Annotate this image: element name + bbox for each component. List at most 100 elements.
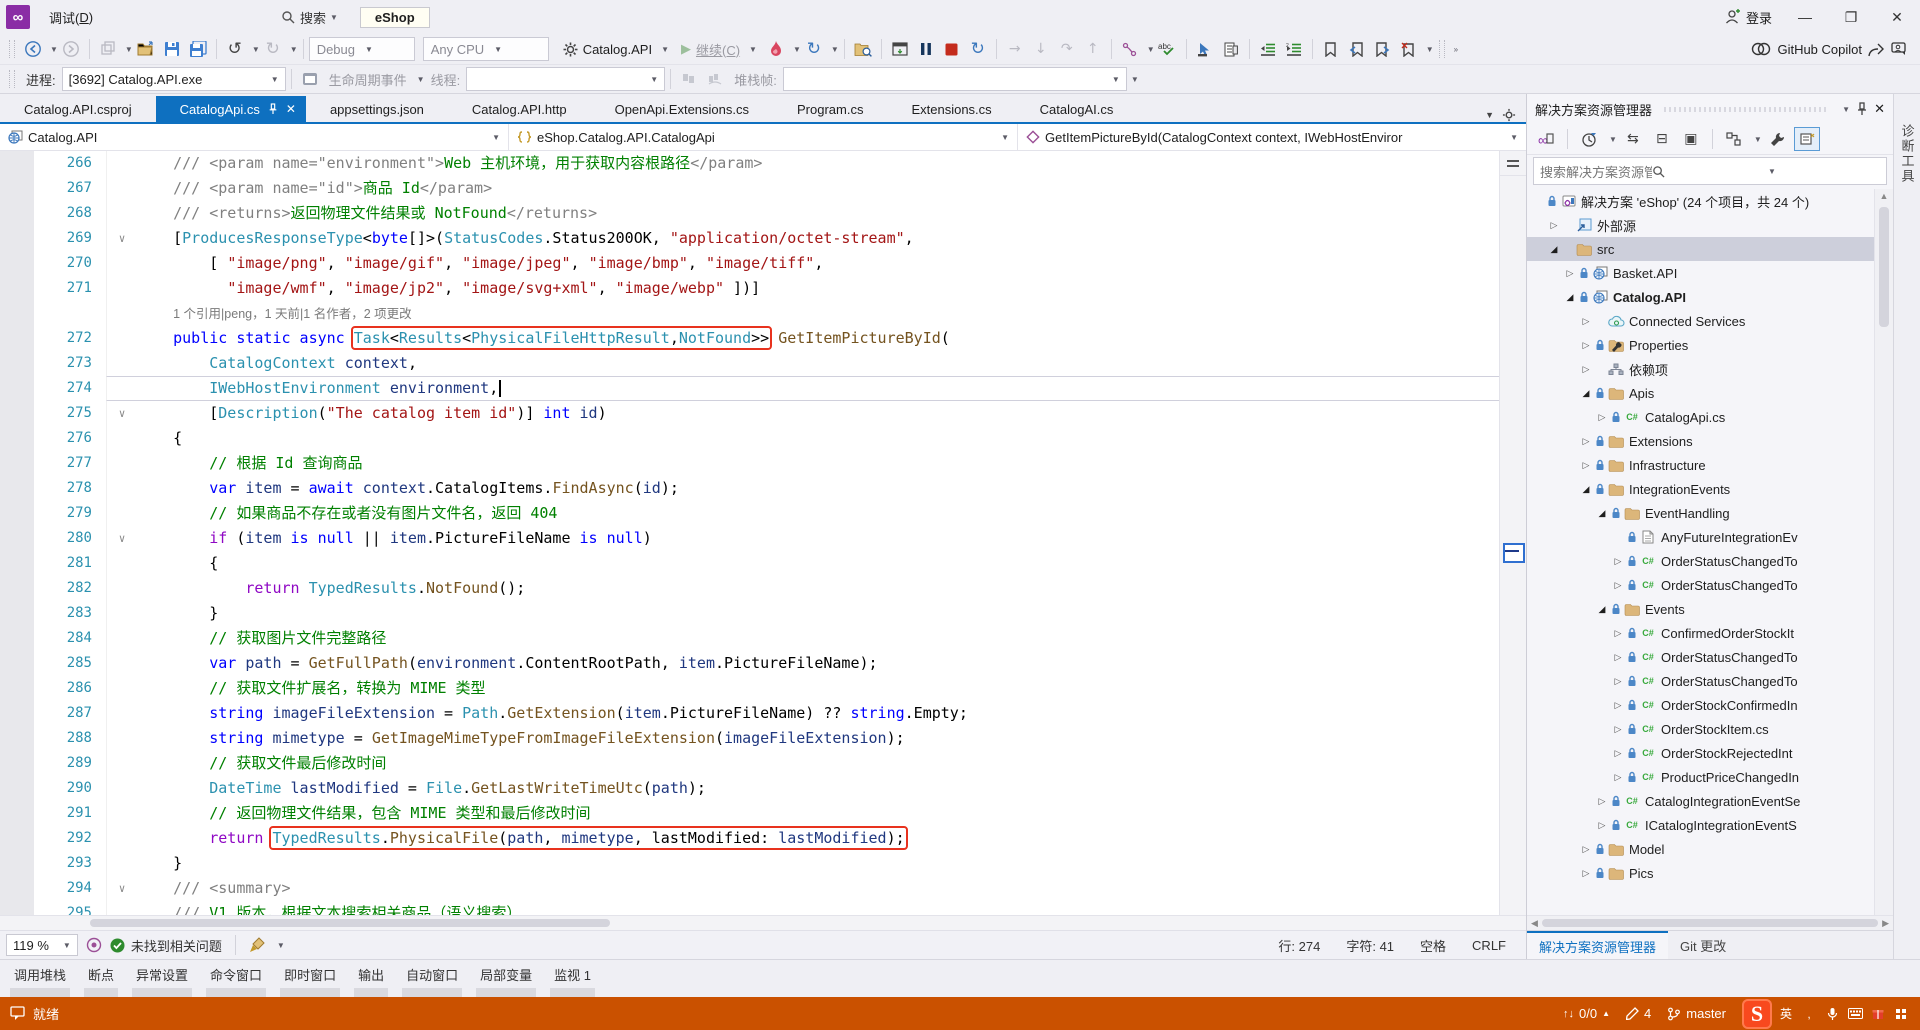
tree-item-解决方案 'eShop' (24 个项目，共 24 个)[interactable]: 解决方案 'eShop' (24 个项目，共 24 个) — [1527, 189, 1893, 213]
tree-item-OrderStatusChangedTo[interactable]: ▷ C# OrderStatusChangedTo — [1527, 669, 1893, 693]
tree-item-ProductPriceChangedIn[interactable]: ▷ C# ProductPriceChangedIn — [1527, 765, 1893, 789]
spaces-indicator[interactable]: 空格 — [1420, 936, 1446, 955]
thread-combo[interactable]: ▼ — [466, 67, 666, 91]
more-bookmarks-icon[interactable]: ▼ — [1426, 45, 1434, 54]
share-icon[interactable] — [1868, 42, 1885, 57]
close-icon[interactable]: ✕ — [1874, 101, 1885, 117]
undo-button[interactable]: ↺ — [222, 37, 248, 61]
restart-app-button[interactable]: ↻ — [965, 37, 991, 61]
navigate-forward-button[interactable] — [58, 37, 84, 61]
ime-language-indicator[interactable]: 英 — [1777, 1005, 1795, 1023]
stop-debugging-button[interactable] — [939, 37, 965, 61]
toolbar-overflow-icon[interactable]: ▼ — [1131, 75, 1139, 84]
tree-item-Apis[interactable]: ◢ Apis — [1527, 381, 1893, 405]
preview-selected-icon[interactable]: ▣ — [1678, 127, 1704, 151]
tree-item-OrderStockConfirmedIn[interactable]: ▷ C# OrderStockConfirmedIn — [1527, 693, 1893, 717]
expander-collapsed-icon[interactable]: ▷ — [1579, 844, 1593, 855]
expander-collapsed-icon[interactable]: ▷ — [1579, 460, 1593, 471]
expander-collapsed-icon[interactable]: ▷ — [1579, 316, 1593, 327]
expander-expanded-icon[interactable]: ◢ — [1579, 484, 1593, 495]
save-button[interactable] — [159, 37, 185, 61]
tree-item-OrderStatusChangedTo[interactable]: ▷ C# OrderStatusChangedTo — [1527, 573, 1893, 597]
expander-collapsed-icon[interactable]: ▷ — [1547, 220, 1561, 231]
codelens-info[interactable]: 1 个引用|peng，1 天前|1 名作者，2 项更改 — [173, 307, 412, 321]
new-window-button[interactable] — [95, 37, 121, 61]
tool-window-tab-调用堆栈[interactable]: 调用堆栈 — [6, 963, 74, 997]
editor-horizontal-scrollbar[interactable] — [0, 915, 1526, 930]
flagged-only-icon[interactable] — [702, 67, 728, 91]
solution-platform-combo[interactable]: Any CPU ▼ — [422, 37, 549, 61]
tool-window-tab-断点[interactable]: 断点 — [80, 963, 122, 997]
tree-item-OrderStatusChangedTo[interactable]: ▷ C# OrderStatusChangedTo — [1527, 549, 1893, 573]
expander-collapsed-icon[interactable]: ▷ — [1611, 724, 1625, 735]
tree-item-CatalogIntegrationEventSe[interactable]: ▷ C# CatalogIntegrationEventSe — [1527, 789, 1893, 813]
step-back-button[interactable]: ↷ — [1054, 37, 1080, 61]
column-indicator[interactable]: 字符: 41 — [1346, 936, 1394, 955]
tree-item-ICatalogIntegrationEventS[interactable]: ▷ C# ICatalogIntegrationEventS — [1527, 813, 1893, 837]
expander-collapsed-icon[interactable]: ▷ — [1579, 868, 1593, 879]
fold-collapse-icon[interactable]: ∨ — [106, 876, 137, 901]
chevron-down-icon[interactable]: ▼ — [125, 45, 133, 54]
tree-item-Pics[interactable]: ▷ Pics — [1527, 861, 1893, 885]
tool-window-tab-局部变量[interactable]: 局部变量 — [472, 963, 540, 997]
tree-vertical-scrollbar[interactable]: ▲ — [1874, 189, 1893, 915]
tool-window-tab-监视 1[interactable]: 监视 1 — [546, 963, 599, 997]
tree-item-Basket.API[interactable]: ▷ Basket.API — [1527, 261, 1893, 285]
document-tab-Program.cs[interactable]: Program.cs — [773, 96, 887, 122]
eol-indicator[interactable]: CRLF — [1472, 938, 1506, 953]
intellicode-icon[interactable] — [86, 937, 102, 953]
expander-collapsed-icon[interactable]: ▷ — [1595, 820, 1609, 831]
sync-selection-icon[interactable]: ⇆ — [1620, 127, 1646, 151]
close-icon[interactable]: ✕ — [286, 102, 296, 116]
git-branch[interactable]: master — [1667, 1006, 1726, 1021]
decrease-indent-button[interactable] — [1255, 37, 1281, 61]
lifecycle-events-icon[interactable] — [297, 67, 323, 91]
next-bookmark-button[interactable] — [1370, 37, 1396, 61]
pending-changes-filter-icon[interactable] — [1576, 127, 1602, 151]
collapse-all-icon[interactable]: ⊟ — [1649, 127, 1675, 151]
expander-collapsed-icon[interactable]: ▷ — [1611, 628, 1625, 639]
search-box[interactable]: 搜索 ▼ — [275, 8, 344, 27]
tree-item-Events[interactable]: ◢ Events — [1527, 597, 1893, 621]
tree-item-OrderStockItem.cs[interactable]: ▷ C# OrderStockItem.cs — [1527, 717, 1893, 741]
window-position-icon[interactable]: ▼ — [1842, 105, 1850, 114]
open-file-button[interactable] — [133, 37, 159, 61]
expander-collapsed-icon[interactable]: ▷ — [1595, 412, 1609, 423]
chevron-down-icon[interactable]: ▼ — [1768, 167, 1880, 176]
microphone-icon[interactable] — [1823, 1005, 1841, 1023]
sogou-ime-icon[interactable]: S — [1742, 998, 1772, 1029]
select-tool-button[interactable] — [1192, 37, 1218, 61]
tool-window-tab-命令窗口[interactable]: 命令窗口 — [202, 963, 270, 997]
properties-icon[interactable] — [1765, 127, 1791, 151]
sync-counter[interactable]: ↑↓ 0/0 ▲ — [1563, 1006, 1610, 1021]
chevron-down-icon[interactable]: ▼ — [417, 75, 425, 84]
sogou-gift-icon[interactable] — [1869, 1005, 1887, 1023]
expander-collapsed-icon[interactable]: ▷ — [1611, 772, 1625, 783]
member-dropdown[interactable]: GetItemPictureById(CatalogContext contex… — [1018, 124, 1526, 150]
menu-调试(D)[interactable]: 调试(D) — [40, 0, 105, 34]
github-copilot-button[interactable]: GitHub Copilot — [1751, 41, 1916, 57]
tree-item-Extensions[interactable]: ▷ Extensions — [1527, 429, 1893, 453]
tool-window-tab-异常设置[interactable]: 异常设置 — [128, 963, 196, 997]
show-all-files-toggle[interactable] — [1793, 127, 1820, 151]
expander-collapsed-icon[interactable]: ▷ — [1611, 652, 1625, 663]
expander-collapsed-icon[interactable]: ▷ — [1579, 436, 1593, 447]
chevron-down-icon[interactable]: ▼ — [290, 45, 298, 54]
toolbar-grip[interactable] — [9, 70, 15, 88]
map-mode-button[interactable] — [1117, 37, 1143, 61]
expander-expanded-icon[interactable]: ◢ — [1547, 244, 1561, 255]
panel-tab-Git 更改[interactable]: Git 更改 — [1668, 931, 1738, 959]
tree-item-Connected Services[interactable]: ▷ Connected Services — [1527, 309, 1893, 333]
redo-button[interactable]: ↻ — [260, 37, 286, 61]
solution-configuration-combo[interactable]: Debug ▼ — [308, 37, 415, 61]
active-files-dropdown-icon[interactable]: ▼ — [1485, 110, 1494, 120]
tree-item-IntegrationEvents[interactable]: ◢ IntegrationEvents — [1527, 477, 1893, 501]
show-next-statement-button[interactable] — [887, 37, 913, 61]
tool-window-tab-输出[interactable]: 输出 — [350, 963, 392, 997]
increase-indent-button[interactable]: 2 — [1281, 37, 1307, 61]
maximize-button[interactable]: ❐ — [1828, 0, 1874, 34]
document-tab-Catalog.API.http[interactable]: Catalog.API.http — [448, 96, 591, 122]
code-cleanup-icon[interactable] — [249, 937, 265, 953]
toolbar-grip[interactable] — [1438, 40, 1445, 58]
document-tab-Extensions.cs[interactable]: Extensions.cs — [887, 96, 1015, 122]
